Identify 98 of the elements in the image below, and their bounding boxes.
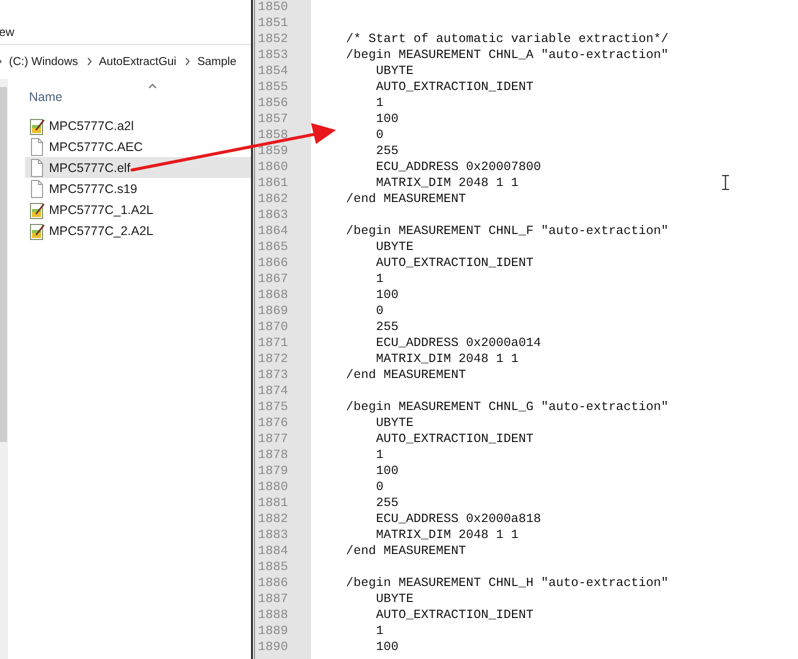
- code-line: MATRIX_DIM 2048 1 1: [375, 176, 519, 190]
- text-cursor-icon: [721, 175, 730, 190]
- code-line: /begin MEASUREMENT CHNL_A "auto-extraction": [346, 48, 669, 62]
- line-number: 1884: [258, 543, 290, 559]
- code-line: ECU_ADDRESS 0x20007800: [375, 160, 542, 174]
- code-line: 0: [375, 480, 384, 494]
- chevron-icon: [87, 57, 94, 67]
- line-number: 1871: [258, 335, 290, 351]
- code-line: 100: [375, 640, 399, 654]
- line-number: 1887: [258, 591, 290, 607]
- line-number: 1853: [258, 47, 290, 63]
- code-line: 100: [375, 288, 399, 302]
- code-line: 1: [375, 96, 384, 110]
- line-number: 1875: [258, 399, 290, 415]
- line-number: 1860: [258, 159, 290, 175]
- chevron-icon: [185, 57, 192, 67]
- line-number: 1877: [258, 431, 290, 447]
- code-line: MATRIX_DIM 2048 1 1: [375, 528, 519, 542]
- file-row[interactable]: MPC5777C_2.A2L: [25, 220, 251, 241]
- line-number: 1858: [258, 127, 290, 143]
- code-line: 0: [375, 128, 384, 142]
- scrollbar-thumb[interactable]: [0, 87, 7, 442]
- code-line: ECU_ADDRESS 0x2000a818: [375, 512, 542, 526]
- line-number: 1889: [258, 623, 290, 639]
- line-number: 1885: [258, 559, 290, 575]
- line-number: 1862: [258, 191, 290, 207]
- code-line: ECU_ADDRESS 0x2000a014: [375, 336, 542, 350]
- line-number: 1857: [258, 111, 290, 127]
- breadcrumb-item[interactable]: AutoExtractGui: [99, 56, 176, 68]
- line-number: 1865: [258, 239, 290, 255]
- line-number: 1883: [258, 527, 290, 543]
- line-number: 1878: [258, 447, 290, 463]
- file-icon: [29, 158, 45, 176]
- code-line: /begin MEASUREMENT CHNL_G "auto-extraction": [346, 400, 669, 414]
- code-line: 100: [375, 464, 399, 478]
- code-line: 1: [375, 272, 384, 286]
- code-line: /* Start of automatic variable extraction*/: [346, 32, 669, 46]
- code-line: 255: [375, 320, 399, 334]
- code-line: 255: [375, 496, 399, 510]
- line-number: 1879: [258, 463, 290, 479]
- notepad-file-icon: [29, 116, 45, 134]
- line-number: 1855: [258, 79, 290, 95]
- code-line: AUTO_EXTRACTION_IDENT: [375, 432, 534, 446]
- line-number: 1869: [258, 303, 290, 319]
- code-line: UBYTE: [375, 64, 414, 78]
- line-number: 1890: [258, 639, 290, 655]
- code-line: 255: [375, 144, 399, 158]
- line-number: 1876: [258, 415, 290, 431]
- code-line: 0: [375, 304, 384, 318]
- code-line: 1: [375, 448, 384, 462]
- code-line: UBYTE: [375, 592, 414, 606]
- code-line: /begin MEASUREMENT CHNL_F "auto-extraction": [346, 224, 669, 238]
- breadcrumb-item[interactable]: Sample: [197, 56, 236, 68]
- line-number: 1864: [258, 223, 290, 239]
- column-header[interactable]: Name: [29, 90, 62, 104]
- file-row[interactable]: MPC5777C.elf: [25, 157, 251, 178]
- line-number: 1874: [258, 383, 290, 399]
- code-line: /end MEASUREMENT: [346, 192, 466, 206]
- code-line: AUTO_EXTRACTION_IDENT: [375, 608, 534, 622]
- line-number: 1867: [258, 271, 290, 287]
- code-line: MATRIX_DIM 2048 1 1: [375, 352, 519, 366]
- line-number: 1852: [258, 31, 290, 47]
- code-line: /end MEASUREMENT: [346, 544, 466, 558]
- code-line: AUTO_EXTRACTION_IDENT: [375, 256, 534, 270]
- code-line: 100: [375, 112, 399, 126]
- line-number: 1854: [258, 63, 290, 79]
- line-number: 1872: [258, 351, 290, 367]
- line-number: 1850: [258, 0, 290, 15]
- line-number: 1868: [258, 287, 290, 303]
- sort-caret-icon: [148, 83, 157, 89]
- line-number: 1870: [258, 319, 290, 335]
- code-line: 1: [375, 624, 384, 638]
- line-number: 1861: [258, 175, 290, 191]
- line-number: 1863: [258, 207, 290, 223]
- code-line: UBYTE: [375, 240, 414, 254]
- line-number: 1873: [258, 367, 290, 383]
- line-number: 1886: [258, 575, 290, 591]
- file-row[interactable]: MPC5777C.a2l: [25, 115, 251, 136]
- file-icon: [29, 138, 45, 156]
- file-row[interactable]: MPC5777C.s19: [25, 178, 251, 199]
- notepad-file-icon: [29, 222, 45, 240]
- code-line: /end MEASUREMENT: [346, 368, 466, 382]
- code-line: /begin MEASUREMENT CHNL_H "auto-extraction": [346, 576, 669, 590]
- file-row[interactable]: MPC5777C.AEC: [25, 136, 251, 157]
- code-line: AUTO_EXTRACTION_IDENT: [375, 80, 534, 94]
- line-number: 1882: [258, 511, 290, 527]
- line-number: 1856: [258, 95, 290, 111]
- line-number: 1888: [258, 607, 290, 623]
- line-number: 1881: [258, 495, 290, 511]
- line-number: 1866: [258, 255, 290, 271]
- line-number: 1851: [258, 15, 290, 31]
- line-number: 1859: [258, 143, 290, 159]
- breadcrumb-item[interactable]: (C:) Windows: [9, 56, 78, 68]
- file-icon: [29, 180, 45, 198]
- notepad-file-icon: [29, 200, 45, 218]
- file-row[interactable]: MPC5777C_1.A2L: [25, 199, 251, 220]
- line-number: 1880: [258, 479, 290, 495]
- code-line: UBYTE: [375, 416, 414, 430]
